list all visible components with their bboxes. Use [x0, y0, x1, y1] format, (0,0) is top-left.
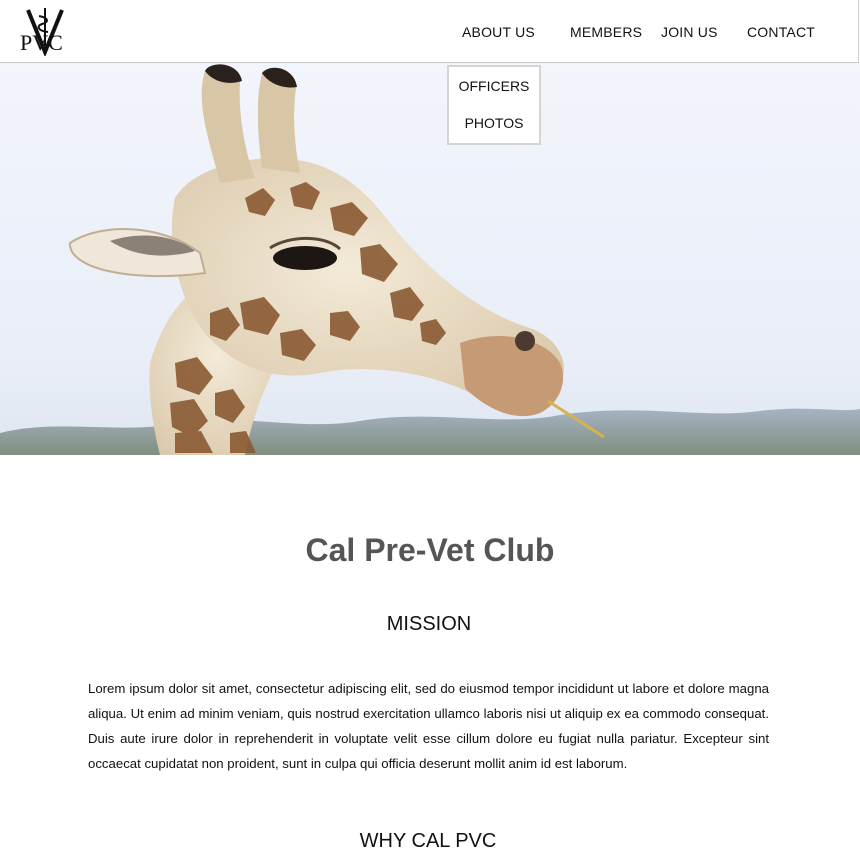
nav-members[interactable]: MEMBERS — [570, 24, 642, 40]
nav-about-us[interactable]: ABOUT US — [462, 24, 535, 40]
page-title: Cal Pre-Vet Club — [305, 532, 555, 568]
hero-carousel[interactable] — [0, 63, 860, 455]
pvc-logo[interactable]: PVC — [18, 6, 72, 56]
nav-join-us[interactable]: JOIN US — [661, 24, 718, 40]
logo-text: PVC — [20, 30, 63, 55]
mission-heading: MISSION — [386, 613, 472, 635]
dropdown-item-officers[interactable]: OFFICERS — [449, 78, 539, 94]
mission-paragraph: Lorem ipsum dolor sit amet, consectetur … — [88, 681, 769, 771]
site-header: PVC ABOUT US MEMBERS JOIN US CONTACT — [0, 0, 859, 63]
about-us-dropdown: OFFICERS PHOTOS — [447, 65, 541, 145]
dropdown-item-photos[interactable]: PHOTOS — [449, 115, 539, 131]
nav-contact[interactable]: CONTACT — [747, 24, 815, 40]
why-cal-pvc-heading: WHY CAL PVC — [359, 830, 497, 852]
giraffe-hero-image — [0, 63, 860, 455]
